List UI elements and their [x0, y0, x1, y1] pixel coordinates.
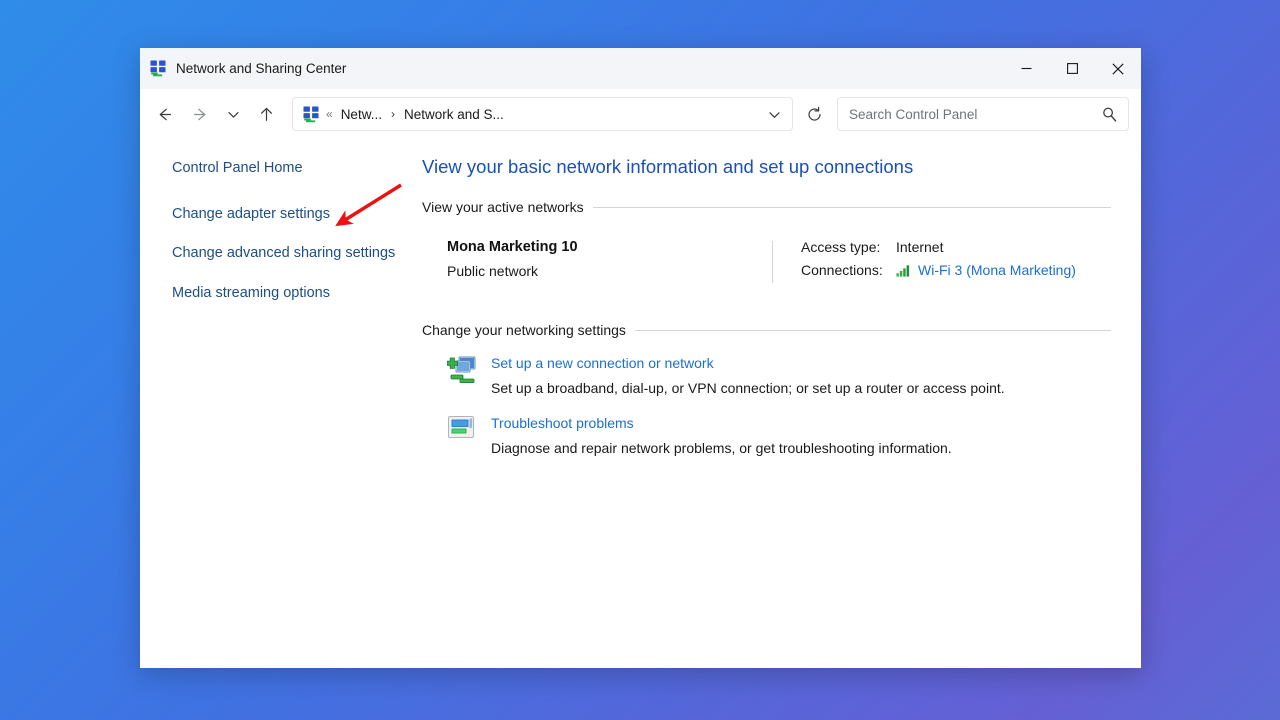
active-networks-section-header: View your active networks	[422, 199, 1111, 215]
window-title: Network and Sharing Center	[176, 61, 347, 76]
sidebar: Control Panel Home Change adapter settin…	[140, 139, 415, 668]
navigation-bar: « Netw... › Network and S...	[140, 89, 1141, 139]
access-type-row: Access type: Internet	[801, 239, 1111, 255]
network-name: Mona Marketing 10	[447, 239, 578, 256]
breadcrumb-network-icon	[303, 106, 320, 123]
networking-settings-title: Change your networking settings	[422, 322, 626, 339]
setup-new-connection-description: Set up a broadband, dial-up, or VPN conn…	[491, 380, 1005, 397]
search-input[interactable]	[849, 106, 1096, 122]
forward-button[interactable]	[182, 97, 218, 131]
active-network-details: Access type: Internet Connections: Wi-Fi…	[801, 239, 1111, 285]
close-button[interactable]	[1095, 48, 1141, 89]
networking-settings-group: Change your networking settings Set up a…	[422, 322, 1111, 458]
back-button[interactable]	[146, 97, 182, 131]
recent-locations-button[interactable]	[218, 97, 248, 131]
network-type: Public network	[447, 263, 539, 280]
sidebar-item-change-advanced-sharing-settings[interactable]: Change advanced sharing settings	[172, 243, 399, 264]
search-icon[interactable]	[1096, 101, 1122, 127]
setting-body-new-connection: Set up a new connection or network Set u…	[491, 354, 1005, 398]
access-type-value: Internet	[896, 239, 944, 256]
active-networks-title: View your active networks	[422, 199, 584, 216]
page-title: View your basic network information and …	[422, 156, 914, 177]
connection-link[interactable]: Wi-Fi 3 (Mona Marketing)	[918, 262, 1076, 278]
window-content: Control Panel Home Change adapter settin…	[140, 139, 1141, 668]
breadcrumb-separator-dots: «	[326, 107, 333, 121]
section-divider	[592, 206, 1111, 208]
connections-value: Wi-Fi 3 (Mona Marketing)	[896, 262, 1076, 278]
setup-new-connection-link[interactable]: Set up a new connection or network	[491, 355, 714, 371]
wifi-signal-icon	[896, 264, 912, 277]
troubleshoot-problems-link[interactable]: Troubleshoot problems	[491, 415, 634, 431]
active-network-row: Mona Marketing 10 Public network Access …	[422, 227, 1111, 295]
refresh-button[interactable]	[795, 97, 833, 131]
breadcrumb-item-network-sharing[interactable]: Network and S...	[402, 105, 506, 124]
address-bar[interactable]: « Netw... › Network and S...	[292, 97, 793, 131]
sidebar-item-media-streaming-options[interactable]: Media streaming options	[172, 283, 399, 304]
new-connection-icon	[446, 354, 479, 398]
access-type-label: Access type:	[801, 239, 881, 256]
breadcrumb-item-network[interactable]: Netw...	[339, 105, 384, 124]
connections-row: Connections: Wi-Fi 3 (Mona Marketing)	[801, 262, 1111, 278]
up-button[interactable]	[248, 97, 284, 131]
setting-item-troubleshoot[interactable]: Troubleshoot problems Diagnose and repai…	[422, 414, 1111, 458]
vertical-divider	[772, 241, 773, 284]
breadcrumb-chevron-icon: ›	[390, 107, 395, 121]
networking-settings-section-header: Change your networking settings	[422, 322, 1111, 338]
search-box[interactable]	[837, 97, 1129, 131]
main-pane: View your basic network information and …	[415, 139, 1141, 668]
network-icon	[150, 60, 167, 77]
connections-label: Connections:	[801, 262, 883, 279]
minimize-button[interactable]	[1003, 48, 1049, 89]
section-divider	[634, 329, 1111, 331]
sidebar-item-control-panel-home[interactable]: Control Panel Home	[172, 158, 399, 179]
maximize-button[interactable]	[1049, 48, 1095, 89]
window-controls	[1003, 48, 1141, 89]
sidebar-item-change-adapter-settings[interactable]: Change adapter settings	[172, 204, 399, 225]
title-bar: Network and Sharing Center	[140, 48, 1141, 89]
title-bar-left: Network and Sharing Center	[140, 60, 1003, 77]
active-network-identity: Mona Marketing 10 Public network	[422, 239, 772, 285]
network-sharing-center-window: Network and Sharing Center « Netw... › N…	[140, 48, 1141, 668]
setting-item-new-connection[interactable]: Set up a new connection or network Set u…	[422, 354, 1111, 398]
setting-body-troubleshoot: Troubleshoot problems Diagnose and repai…	[491, 414, 952, 458]
chevron-down-icon[interactable]	[760, 100, 788, 128]
troubleshoot-icon	[447, 414, 479, 458]
troubleshoot-problems-description: Diagnose and repair network problems, or…	[491, 439, 952, 456]
